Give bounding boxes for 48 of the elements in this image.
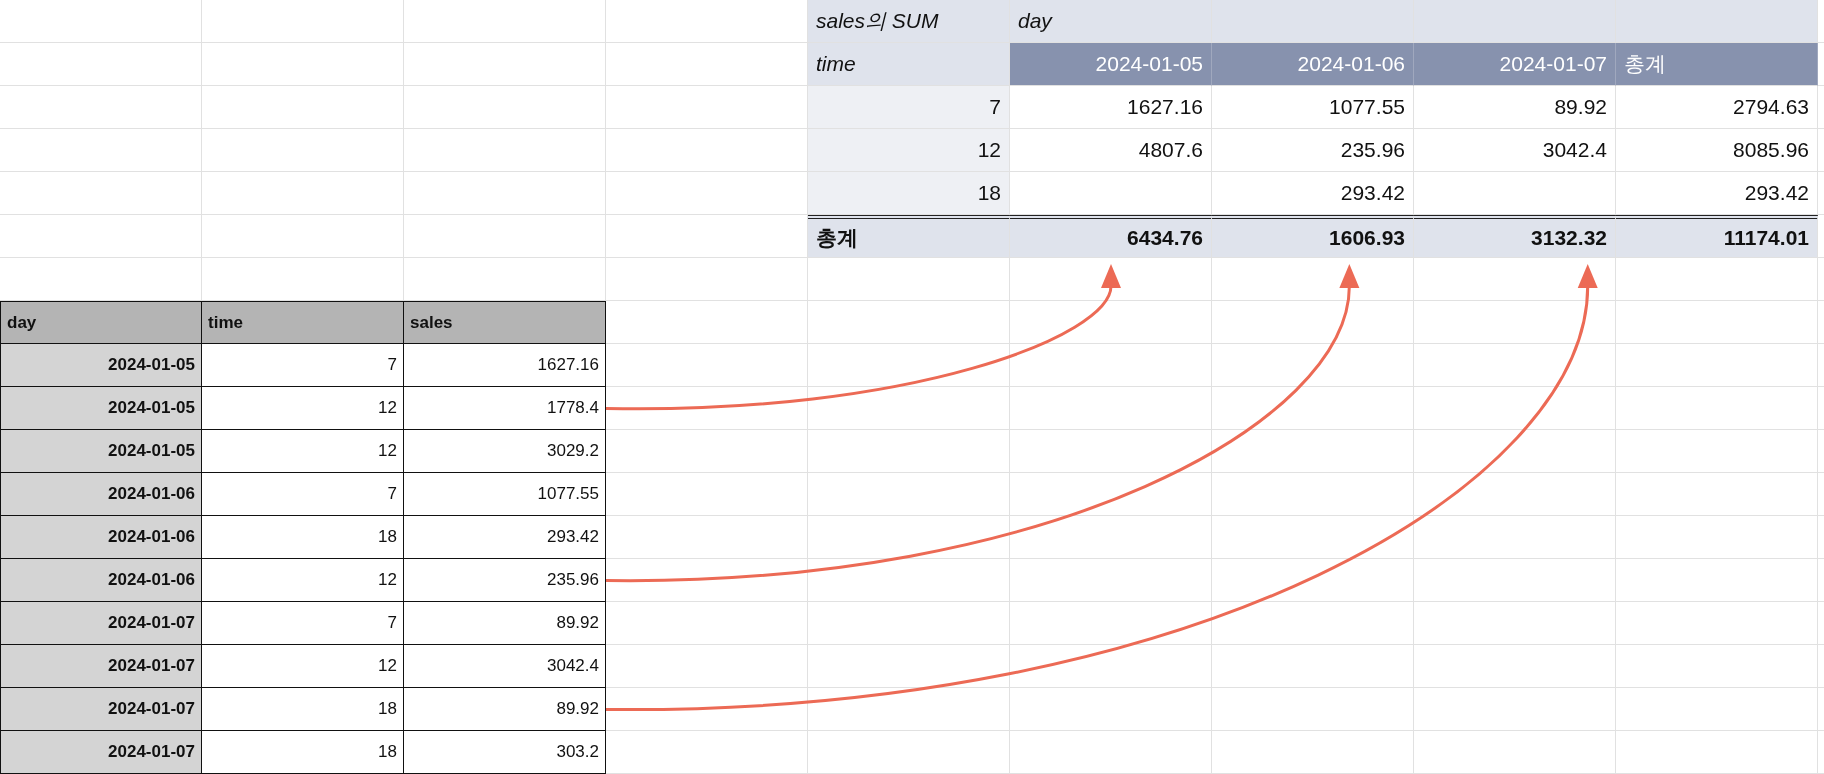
grand-total-cell: 11174.01 <box>1616 215 1818 258</box>
grand-total-label: 총계 <box>808 215 1010 258</box>
table-cell: 2024-01-07 <box>0 731 202 774</box>
pivot-column-header: 2024-01-07 <box>1414 43 1616 86</box>
table-cell: 12 <box>202 559 404 602</box>
table-cell: 1077.55 <box>404 473 606 516</box>
pivot-column-header: 2024-01-06 <box>1212 43 1414 86</box>
table-cell: 12 <box>202 387 404 430</box>
table-cell: 293.42 <box>404 516 606 559</box>
table-cell: 2024-01-05 <box>0 344 202 387</box>
table-cell: 3042.4 <box>404 645 606 688</box>
table-cell: 18 <box>202 731 404 774</box>
table-cell: 235.96 <box>404 559 606 602</box>
pivot-column-header: 총계 <box>1616 43 1818 86</box>
table-cell: 89.92 <box>404 688 606 731</box>
grand-total-cell: 1606.93 <box>1212 215 1414 258</box>
table-cell: 2024-01-07 <box>0 645 202 688</box>
table-cell: 303.2 <box>404 731 606 774</box>
table-cell: 1778.4 <box>404 387 606 430</box>
table-cell: 2024-01-07 <box>0 688 202 731</box>
table-cell: 2024-01-05 <box>0 430 202 473</box>
pivot-row-label: 18 <box>808 172 1010 215</box>
column-header: day <box>0 301 202 344</box>
grand-total-cell: 3132.32 <box>1414 215 1616 258</box>
table-cell: 12 <box>202 645 404 688</box>
pivot-row-label: 12 <box>808 129 1010 172</box>
table-cell: 1627.16 <box>404 344 606 387</box>
column-header: time <box>202 301 404 344</box>
table-cell: 3029.2 <box>404 430 606 473</box>
table-cell: 2024-01-06 <box>0 473 202 516</box>
table-cell: 18 <box>202 516 404 559</box>
table-cell: 89.92 <box>404 602 606 645</box>
table-cell: 2024-01-05 <box>0 387 202 430</box>
table-cell: 7 <box>202 602 404 645</box>
table-cell: 2024-01-06 <box>0 516 202 559</box>
table-cell: 2024-01-06 <box>0 559 202 602</box>
pivot-row-label: 7 <box>808 86 1010 129</box>
grand-total-cell: 6434.76 <box>1010 215 1212 258</box>
pivot-title: sales의 SUM <box>808 0 1010 43</box>
pivot-column-header: 2024-01-05 <box>1010 43 1212 86</box>
table-cell: 18 <box>202 688 404 731</box>
table-cell: 12 <box>202 430 404 473</box>
column-header: sales <box>404 301 606 344</box>
table-cell: 7 <box>202 473 404 516</box>
pivot-field-label: time <box>808 43 1010 86</box>
table-cell: 2024-01-07 <box>0 602 202 645</box>
table-cell: 7 <box>202 344 404 387</box>
pivot-field-label: day <box>1010 0 1212 43</box>
